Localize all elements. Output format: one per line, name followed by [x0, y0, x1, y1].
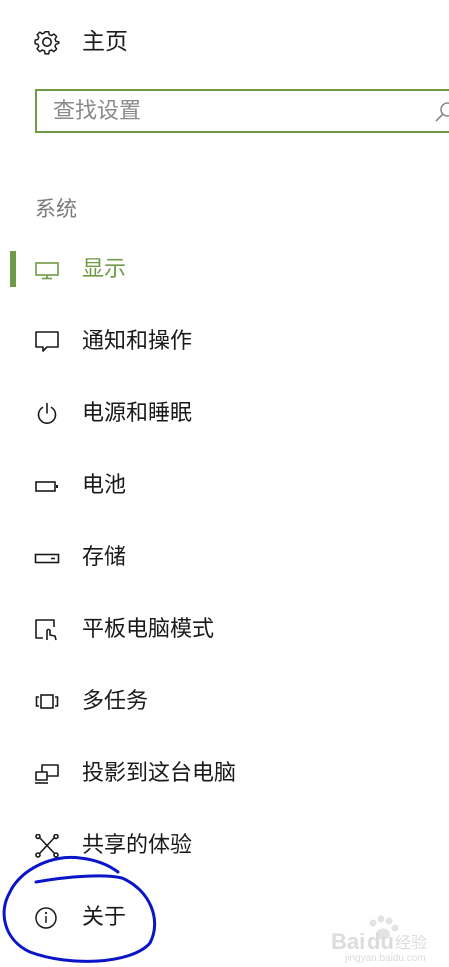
- settings-page: 主页 系统 显示 通知和: [0, 0, 449, 967]
- nav-item-power-sleep[interactable]: 电源和睡眠: [0, 389, 449, 439]
- section-title-system: 系统: [35, 197, 77, 221]
- nav-item-label: 显示: [82, 257, 127, 282]
- nav-item-tablet-mode[interactable]: 平板电脑模式: [0, 605, 449, 655]
- nav-item-battery[interactable]: 电池: [0, 461, 449, 511]
- gear-icon: [34, 31, 60, 55]
- nav-item-label: 平板电脑模式: [82, 617, 215, 642]
- nav-item-label: 电源和睡眠: [82, 401, 193, 426]
- nav-item-projecting[interactable]: 投影到这台电脑: [0, 749, 449, 799]
- storage-drive-icon: [34, 553, 60, 564]
- nav-item-label: 电池: [82, 473, 127, 498]
- nav-item-label: 通知和操作: [82, 329, 193, 354]
- notification-icon: [35, 331, 59, 352]
- search-icon[interactable]: [434, 101, 449, 123]
- nav-item-notifications[interactable]: 通知和操作: [0, 317, 449, 367]
- watermark-text: 经验: [395, 933, 427, 952]
- nav-item-label: 投影到这台电脑: [82, 761, 237, 786]
- nav-item-label: 存储: [82, 545, 127, 570]
- svg-text:Bai: Bai: [331, 929, 365, 954]
- search-input[interactable]: [53, 91, 413, 131]
- search-box[interactable]: [35, 89, 449, 133]
- projecting-icon: [35, 764, 59, 784]
- nav-item-display[interactable]: 显示: [0, 245, 449, 295]
- nav-item-label: 共享的体验: [82, 833, 193, 858]
- monitor-icon: [35, 262, 59, 280]
- nav-item-multitasking[interactable]: 多任务: [0, 677, 449, 727]
- multitasking-icon: [35, 694, 59, 709]
- nav-item-storage[interactable]: 存储: [0, 533, 449, 583]
- baidu-jingyan-watermark: Bai du 经验 jingyan.baidu.com: [331, 915, 427, 963]
- nav-item-shared-experiences[interactable]: 共享的体验: [0, 821, 449, 871]
- battery-icon: [35, 481, 58, 492]
- info-icon: [35, 907, 57, 929]
- home-link[interactable]: 主页: [34, 27, 128, 57]
- selection-indicator: [10, 251, 16, 287]
- home-label: 主页: [82, 29, 128, 55]
- tablet-mode-icon: [35, 619, 57, 641]
- watermark-url: jingyan.baidu.com: [344, 953, 426, 963]
- nav-item-label: 多任务: [82, 689, 149, 714]
- svg-text:du: du: [367, 929, 394, 954]
- nav-item-label: 关于: [82, 905, 127, 930]
- power-icon: [37, 402, 57, 424]
- shared-experiences-icon: [35, 834, 59, 858]
